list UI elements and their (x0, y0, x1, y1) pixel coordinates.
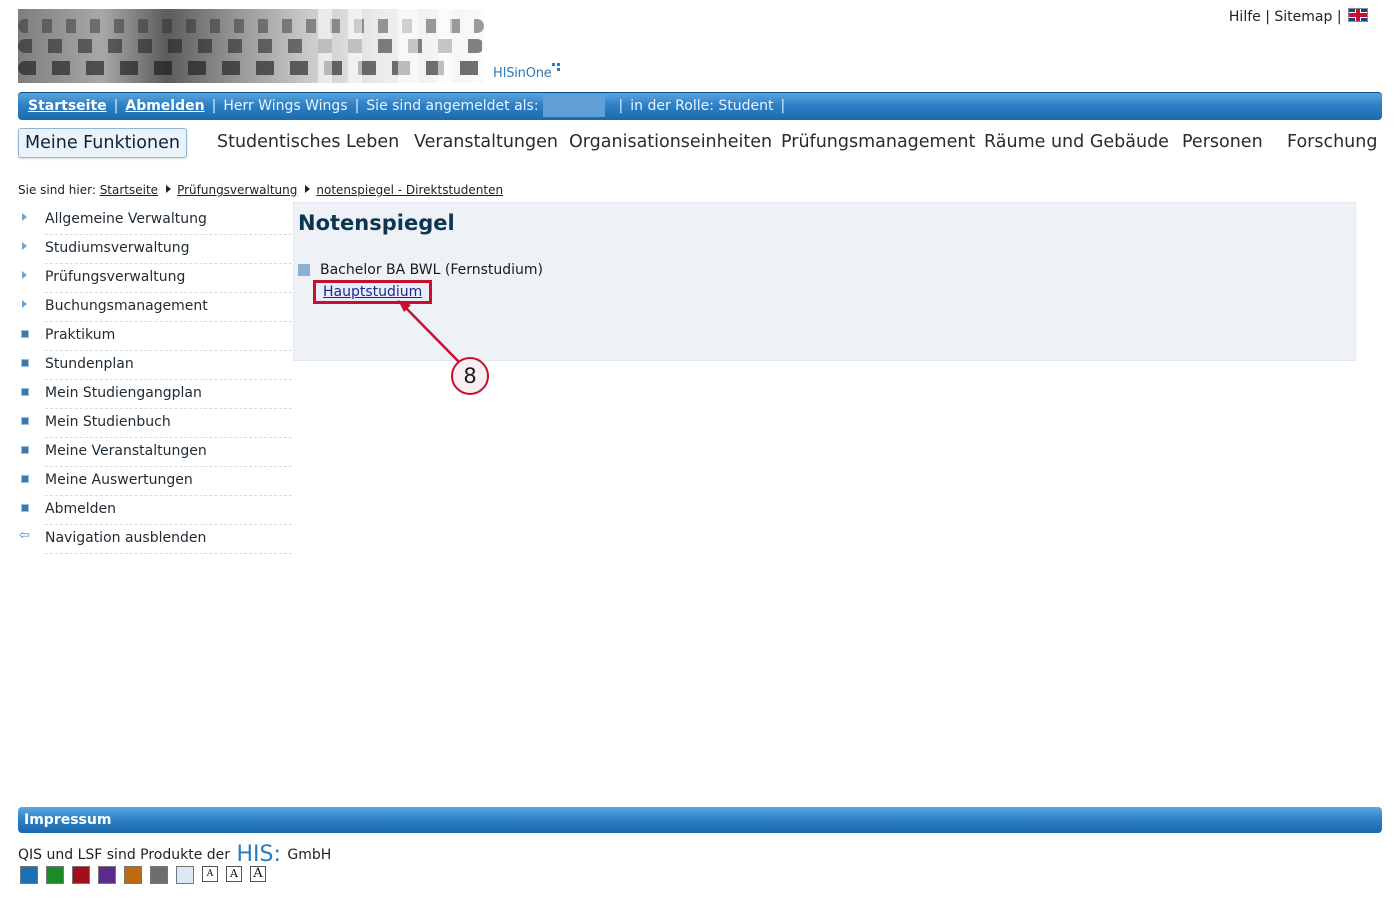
menu-personen[interactable]: Personen (1182, 128, 1263, 156)
breadcrumb-arrow-icon (305, 185, 311, 193)
sidebar-item-buchungsmanagement[interactable]: Buchungsmanagement (18, 292, 292, 322)
sidebar-item-pruefungsverwaltung[interactable]: Prüfungsverwaltung (18, 263, 292, 293)
font-size-medium-button[interactable]: A (226, 866, 242, 882)
sidebar-item-abmelden[interactable]: Abmelden (18, 495, 292, 525)
hauptstudium-link[interactable]: Hauptstudium (323, 284, 422, 300)
bar-separator: | (354, 98, 360, 114)
color-scheme-gray[interactable] (150, 866, 168, 884)
sidebar-item-mein-studiengangplan[interactable]: Mein Studiengangplan (18, 379, 292, 409)
expand-arrow-icon (22, 300, 27, 308)
page-title: Notenspiegel (298, 211, 455, 235)
footer-text-after: GmbH (287, 847, 332, 863)
user-bar: Startseite | Abmelden | Herr Wings Wings… (18, 92, 1382, 120)
logged-in-label: Sie sind angemeldet als: (366, 98, 539, 114)
sidebar-item-stundenplan[interactable]: Stundenplan (18, 350, 292, 380)
his-logo[interactable]: HIS: (237, 842, 281, 867)
impressum-link[interactable]: Impressum (24, 812, 111, 828)
sidebar: Allgemeine Verwaltung Studiumsverwaltung… (18, 205, 292, 554)
breadcrumb-startseite[interactable]: Startseite (100, 183, 158, 197)
back-arrow-icon: ⇦ (19, 528, 30, 543)
style-switcher: A A A (20, 866, 266, 884)
top-links-separator: | (1265, 9, 1270, 25)
color-scheme-purple[interactable] (98, 866, 116, 884)
hisinone-logo[interactable]: HISinOne (493, 66, 552, 81)
sidebar-item-label: Praktikum (45, 327, 292, 351)
help-link[interactable]: Hilfe (1229, 9, 1261, 25)
color-scheme-red[interactable] (72, 866, 90, 884)
breadcrumb-notenspiegel[interactable]: notenspiegel - Direktstudenten (316, 183, 503, 197)
hauptstudium-highlight: Hauptstudium (313, 280, 433, 304)
bullet-square-icon (21, 475, 29, 483)
bullet-square-icon (21, 504, 29, 512)
breadcrumb-arrow-icon (166, 185, 172, 193)
content-panel: Notenspiegel Bachelor BA BWL (Fernstudiu… (293, 202, 1356, 361)
home-link[interactable]: Startseite (28, 98, 107, 114)
logo-dots-icon (552, 63, 562, 73)
bar-separator: | (618, 98, 624, 114)
bullet-square-icon (21, 446, 29, 454)
logout-link[interactable]: Abmelden (125, 98, 204, 114)
sidebar-item-label: Navigation ausblenden (45, 530, 292, 554)
bullet-square-icon (21, 417, 29, 425)
sidebar-item-allgemeine-verwaltung[interactable]: Allgemeine Verwaltung (18, 205, 292, 235)
main-menu: Meine Funktionen Studentisches Leben Ver… (18, 128, 1382, 158)
footer-bar: Impressum (18, 807, 1382, 833)
menu-forschung[interactable]: Forschung (1287, 128, 1377, 156)
color-scheme-light[interactable] (176, 866, 194, 884)
sidebar-item-meine-auswertungen[interactable]: Meine Auswertungen (18, 466, 292, 496)
user-name: Herr Wings Wings (223, 98, 348, 114)
top-links: Hilfe | Sitemap | (1229, 8, 1368, 25)
degree-program-label: Bachelor BA BWL (Fernstudium) (320, 262, 544, 278)
menu-studentisches-leben[interactable]: Studentisches Leben (217, 128, 399, 156)
sidebar-item-label: Stundenplan (45, 356, 292, 380)
color-scheme-orange[interactable] (124, 866, 142, 884)
color-scheme-blue[interactable] (20, 866, 38, 884)
sidebar-item-label: Allgemeine Verwaltung (45, 211, 292, 235)
redacted-username (542, 95, 605, 117)
annotation-step-badge: 8 (451, 357, 489, 395)
sidebar-item-label: Mein Studiengangplan (45, 385, 292, 409)
tree-node-square-icon (298, 264, 310, 276)
menu-raeume-und-gebaeude[interactable]: Räume und Gebäude (984, 128, 1169, 156)
expand-arrow-icon (22, 271, 27, 279)
bar-separator: | (113, 98, 119, 114)
footer-text: QIS und LSF sind Produkte der HIS: GmbH (18, 842, 331, 867)
sidebar-item-praktikum[interactable]: Praktikum (18, 321, 292, 351)
sidebar-item-label: Mein Studienbuch (45, 414, 292, 438)
menu-meine-funktionen[interactable]: Meine Funktionen (18, 128, 187, 158)
color-scheme-green[interactable] (46, 866, 64, 884)
sidebar-item-label: Studiumsverwaltung (45, 240, 292, 264)
font-size-large-button[interactable]: A (250, 866, 266, 882)
top-links-separator: | (1336, 9, 1342, 25)
footer-text-before: QIS und LSF sind Produkte der (18, 847, 231, 863)
menu-veranstaltungen[interactable]: Veranstaltungen (414, 128, 558, 156)
sidebar-item-label: Prüfungsverwaltung (45, 269, 292, 293)
sidebar-item-label: Meine Auswertungen (45, 472, 292, 496)
sidebar-item-studiumsverwaltung[interactable]: Studiumsverwaltung (18, 234, 292, 264)
role-label: in der Rolle: Student (630, 98, 774, 114)
header-banner-image (18, 9, 484, 83)
menu-organisationseinheiten[interactable]: Organisationseinheiten (569, 128, 772, 156)
sidebar-item-label: Buchungsmanagement (45, 298, 292, 322)
font-size-small-button[interactable]: A (202, 866, 218, 882)
bullet-square-icon (21, 330, 29, 338)
sidebar-item-navigation-ausblenden[interactable]: ⇦ Navigation ausblenden (18, 524, 292, 554)
bar-separator: | (780, 98, 786, 114)
expand-arrow-icon (22, 213, 27, 221)
english-flag-icon[interactable] (1348, 8, 1368, 22)
sidebar-item-mein-studienbuch[interactable]: Mein Studienbuch (18, 408, 292, 438)
bar-separator: | (211, 98, 217, 114)
breadcrumb: Sie sind hier: Startseite Prüfungsverwalt… (18, 183, 503, 197)
bullet-square-icon (21, 388, 29, 396)
breadcrumb-prefix: Sie sind hier: (18, 183, 96, 197)
bullet-square-icon (21, 359, 29, 367)
breadcrumb-pruefungsverwaltung[interactable]: Prüfungsverwaltung (177, 183, 297, 197)
sidebar-item-meine-veranstaltungen[interactable]: Meine Veranstaltungen (18, 437, 292, 467)
sidebar-item-label: Abmelden (45, 501, 292, 525)
sitemap-link[interactable]: Sitemap (1274, 9, 1332, 25)
expand-arrow-icon (22, 242, 27, 250)
menu-pruefungsmanagement[interactable]: Prüfungsmanagement (781, 128, 975, 156)
sidebar-item-label: Meine Veranstaltungen (45, 443, 292, 467)
